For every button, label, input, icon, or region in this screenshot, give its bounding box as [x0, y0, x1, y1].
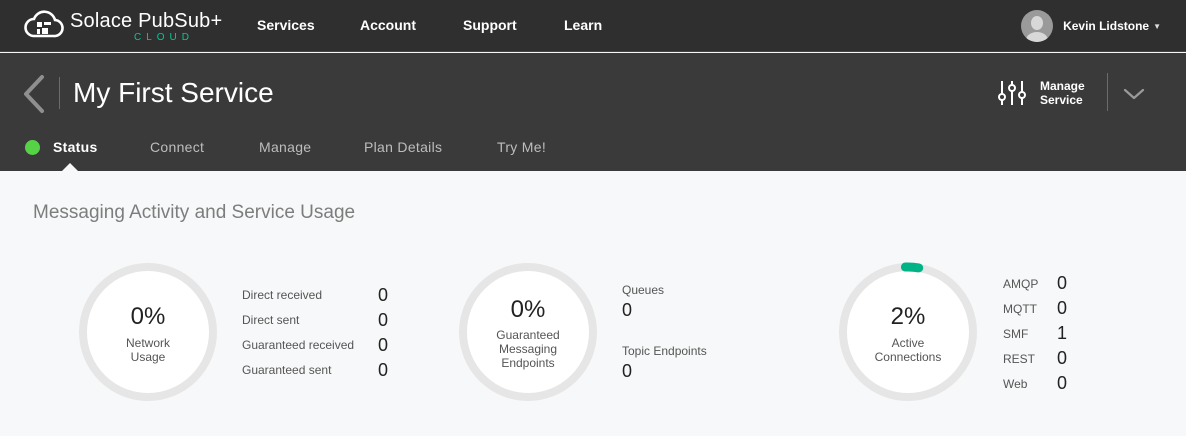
stat-guaranteed-received-value: 0 — [378, 335, 389, 355]
active-connections-gauge: 2% Active Connections — [836, 260, 980, 404]
stat-smf-value: 1 — [1057, 323, 1068, 343]
service-tabs: Status Connect Manage Plan Details Try M… — [0, 137, 1186, 171]
active-connections-percent: 2% — [890, 303, 926, 330]
brand-sub: CLOUD — [134, 32, 195, 43]
active-connections-arc — [900, 262, 924, 273]
tab-manage[interactable]: Manage — [259, 139, 311, 155]
stat-queues-value: 0 — [622, 300, 633, 320]
back-arrow-icon[interactable] — [20, 74, 48, 114]
stat-web-value: 0 — [1057, 373, 1068, 393]
stat-direct-received-value: 0 — [378, 285, 389, 305]
stat-amqp-label: AMQP — [1003, 277, 1039, 291]
stat-direct-received-label: Direct received — [242, 288, 323, 302]
stat-rest-value: 0 — [1057, 348, 1068, 368]
nav-services[interactable]: Services — [257, 17, 315, 33]
sliders-icon — [998, 81, 1026, 105]
nav-account[interactable]: Account — [360, 17, 416, 33]
stat-web-label: Web — [1003, 377, 1028, 391]
chevron-down-icon[interactable] — [1123, 83, 1145, 105]
stat-queues-label: Queues — [622, 283, 665, 297]
endpoints-gauge: 0% Guaranteed Messaging Endpoints — [456, 260, 600, 404]
network-usage-label: Network Usage — [125, 336, 170, 364]
stat-smf-label: SMF — [1003, 327, 1029, 341]
user-name: Kevin Lidstone — [1063, 19, 1150, 33]
stat-mqtt-value: 0 — [1057, 298, 1068, 318]
tab-try-me[interactable]: Try Me! — [497, 139, 546, 155]
service-header: My First Service Manage Service Status C… — [0, 53, 1186, 171]
stat-mqtt-label: MQTT — [1003, 302, 1037, 316]
solace-cloud-icon — [24, 10, 64, 38]
caret-down-icon: ▼ — [1153, 21, 1161, 31]
stat-guaranteed-received-label: Guaranteed received — [242, 338, 355, 352]
stat-amqp-value: 0 — [1057, 273, 1068, 293]
nav-learn[interactable]: Learn — [564, 17, 602, 33]
divider — [59, 77, 60, 109]
status-indicator — [25, 140, 40, 155]
active-tab-pointer — [62, 163, 78, 171]
stat-guaranteed-sent-value: 0 — [378, 360, 389, 380]
section-title: Messaging Activity and Service Usage — [33, 202, 356, 223]
manage-service-button[interactable]: Manage Service — [998, 79, 1096, 107]
stat-guaranteed-sent-label: Guaranteed sent — [242, 363, 332, 377]
stat-topic-endpoints-value: 0 — [622, 361, 633, 381]
network-usage-gauge: 0% Network Usage — [76, 260, 220, 404]
tab-plan-details[interactable]: Plan Details — [364, 139, 442, 155]
active-connections-label: Active Connections — [874, 336, 942, 364]
nav-support[interactable]: Support — [463, 17, 517, 33]
network-usage-percent: 0% — [130, 303, 166, 330]
user-menu[interactable]: Kevin Lidstone ▼ — [1021, 10, 1161, 42]
stat-direct-sent-value: 0 — [378, 310, 389, 330]
brand-logo[interactable]: Solace PubSub+ CLOUD — [24, 8, 223, 44]
divider — [1107, 73, 1108, 111]
tab-connect[interactable]: Connect — [150, 139, 204, 155]
endpoints-percent: 0% — [510, 296, 546, 323]
tab-status[interactable]: Status — [53, 139, 98, 155]
stat-direct-sent-label: Direct sent — [242, 313, 300, 327]
manage-service-label: Manage Service — [1040, 79, 1085, 107]
service-title: My First Service — [73, 77, 274, 108]
avatar — [1021, 10, 1054, 42]
stat-rest-label: REST — [1003, 352, 1036, 366]
stat-topic-endpoints-label: Topic Endpoints — [622, 344, 707, 358]
top-navbar: Solace PubSub+ CLOUD Services Account Su… — [0, 0, 1186, 52]
endpoints-label: Guaranteed Messaging Endpoints — [496, 328, 560, 370]
brand-name: Solace PubSub+ — [70, 10, 223, 32]
